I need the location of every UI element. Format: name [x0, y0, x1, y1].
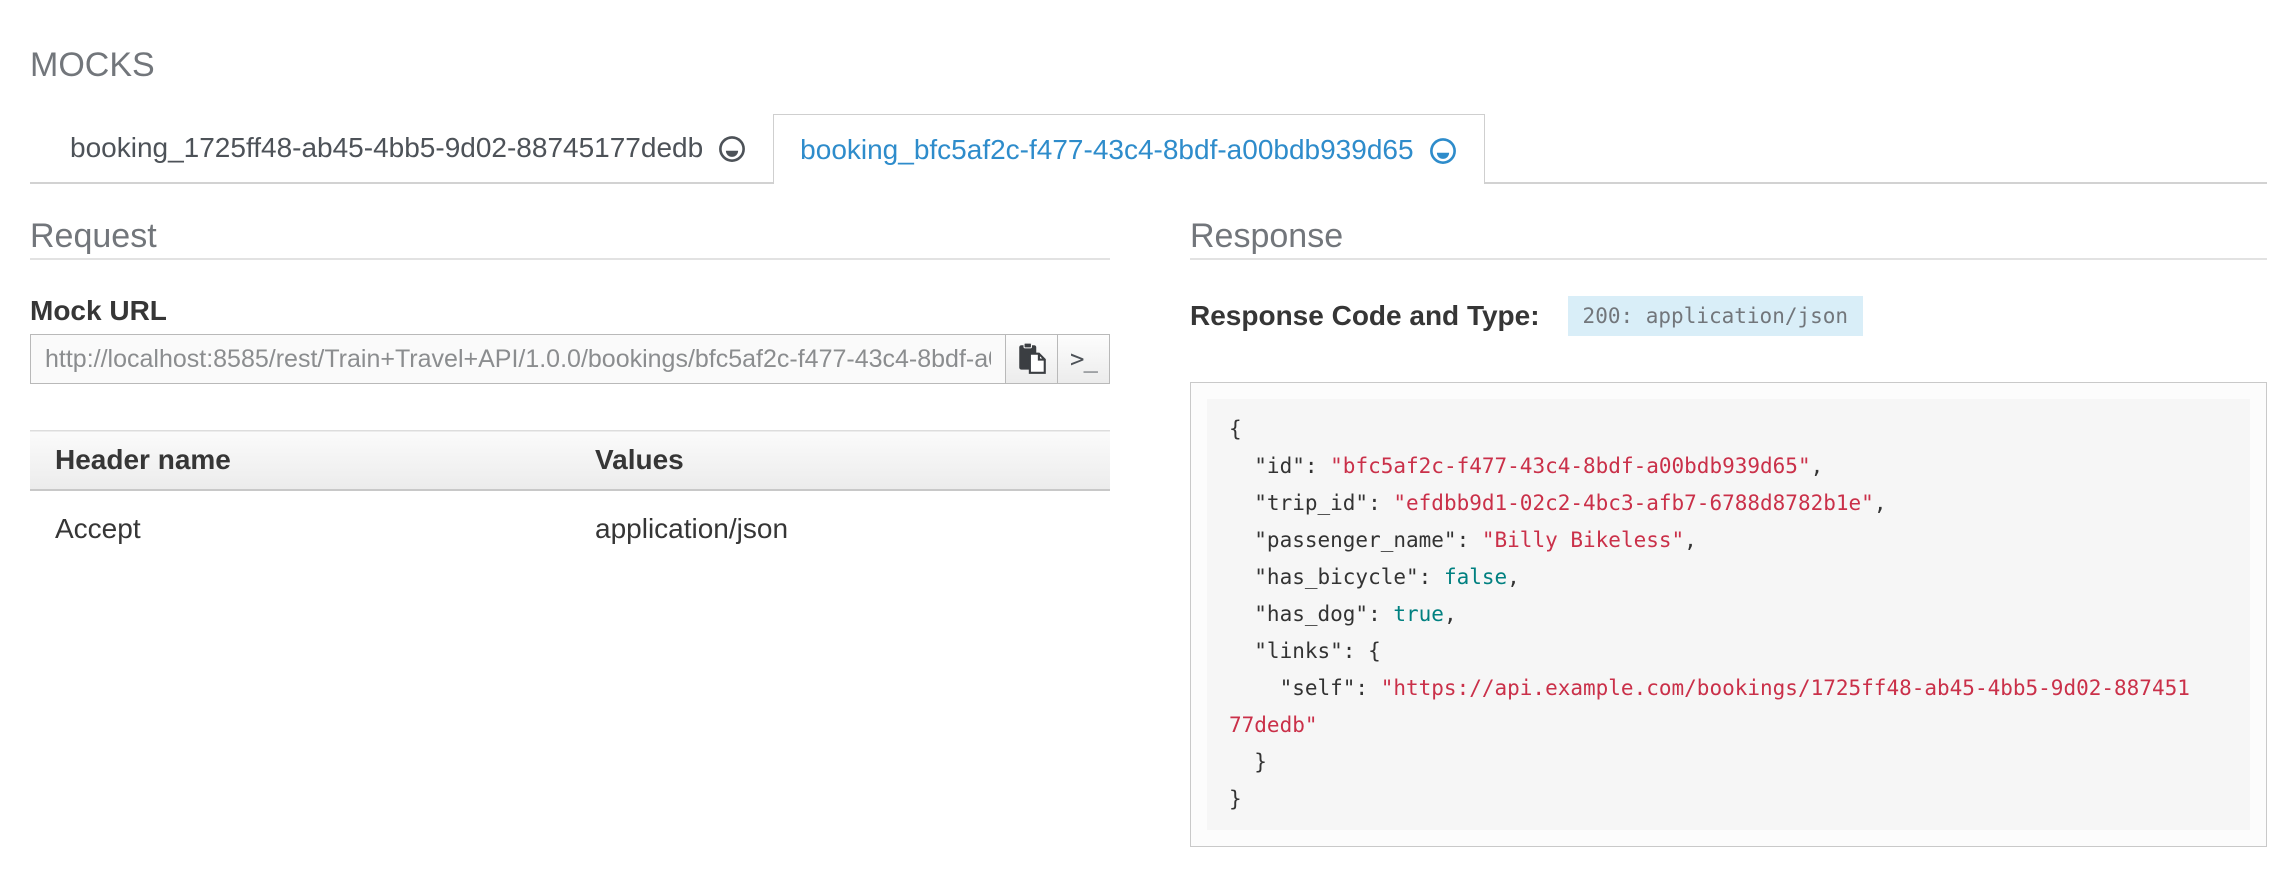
tab-booking-bfc5af2c[interactable]: booking_bfc5af2c-f477-43c4-8bdf-a00bdb93… — [773, 114, 1484, 184]
mock-url-group: >_ — [30, 334, 1110, 384]
column-values: Values — [570, 431, 1110, 491]
copy-url-button[interactable] — [1005, 334, 1058, 384]
header-values-cell: application/json — [570, 490, 1110, 559]
mocks-page: MOCKS booking_1725ff48-ab45-4bb5-9d02-88… — [0, 0, 2284, 847]
request-headers-table: Header name Values Accept application/js… — [30, 430, 1110, 559]
page-title: MOCKS — [30, 44, 2267, 86]
response-code-badge: 200: application/json — [1568, 296, 1864, 336]
smile-icon — [717, 134, 747, 164]
mock-tabs: booking_1725ff48-ab45-4bb5-9d02-88745177… — [30, 114, 2267, 184]
request-panel: Request Mock URL >_ — [30, 214, 1110, 847]
response-body-json: { "id": "bfc5af2c-f477-43c4-8bdf-a00bdb9… — [1207, 399, 2250, 830]
curl-command-button[interactable]: >_ — [1057, 334, 1110, 384]
paste-clipboard-icon — [1015, 342, 1049, 376]
header-name-cell: Accept — [30, 490, 570, 559]
terminal-icon: >_ — [1070, 345, 1097, 373]
smile-icon — [1428, 136, 1458, 166]
response-panel: Response Response Code and Type: 200: ap… — [1190, 214, 2267, 847]
mock-url-label: Mock URL — [30, 296, 1110, 326]
response-body-panel: { "id": "bfc5af2c-f477-43c4-8bdf-a00bdb9… — [1190, 382, 2267, 847]
table-row: Accept application/json — [30, 490, 1110, 559]
mock-url-input[interactable] — [30, 334, 1006, 384]
tab-label: booking_1725ff48-ab45-4bb5-9d02-88745177… — [70, 132, 703, 164]
response-section-title: Response — [1190, 214, 2267, 260]
tab-booking-1725ff48[interactable]: booking_1725ff48-ab45-4bb5-9d02-88745177… — [44, 114, 773, 182]
table-header-row: Header name Values — [30, 431, 1110, 491]
tab-label: booking_bfc5af2c-f477-43c4-8bdf-a00bdb93… — [800, 134, 1413, 166]
request-section-title: Request — [30, 214, 1110, 260]
column-header-name: Header name — [30, 431, 570, 491]
response-code-type-label: Response Code and Type: — [1190, 301, 1540, 331]
